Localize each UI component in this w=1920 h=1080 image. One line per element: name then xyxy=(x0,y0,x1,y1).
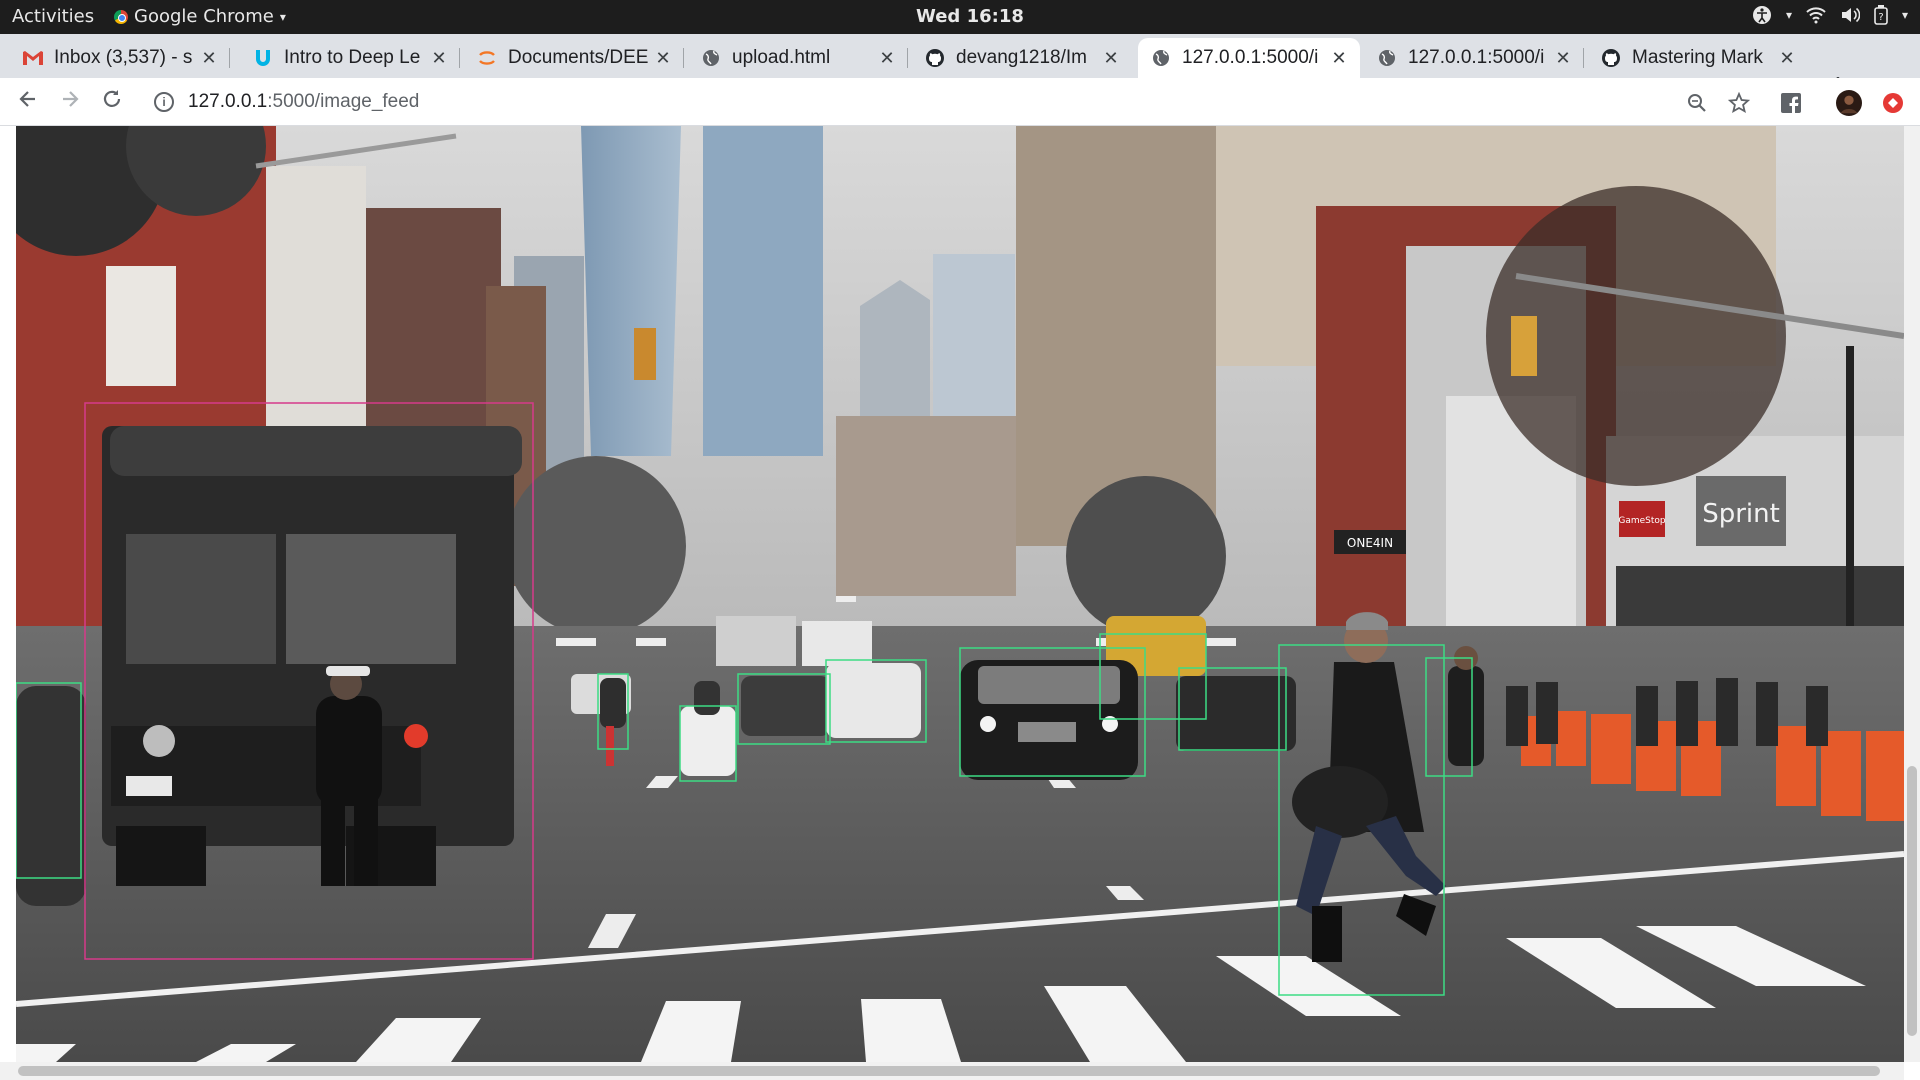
street-sign: ONE4IN xyxy=(1347,536,1393,550)
tab-separator xyxy=(1583,48,1584,68)
tab-title: 127.0.0.1:5000/i xyxy=(1408,47,1545,68)
chevron-down-icon: ▾ xyxy=(1785,8,1792,22)
sprint-sign: Sprint xyxy=(1702,499,1780,529)
forward-button[interactable] xyxy=(56,88,84,116)
chevron-down-icon: ▾ xyxy=(279,9,286,24)
chrome-icon xyxy=(114,9,128,24)
github-icon xyxy=(1600,47,1622,69)
svg-text:?: ? xyxy=(1878,12,1883,23)
udacity-icon xyxy=(252,47,274,69)
url-path: :5000/image_feed xyxy=(267,91,420,112)
image-feed: Sprint GameStop ONE4IN xyxy=(16,126,1904,1062)
back-button[interactable] xyxy=(14,88,42,116)
reload-button[interactable] xyxy=(98,88,126,116)
globe-icon xyxy=(700,47,722,69)
horizontal-scrollbar[interactable] xyxy=(0,1062,1904,1080)
system-top-bar: Activities Google Chrome ▾ Wed 16:18 ▾ ?… xyxy=(0,0,1920,34)
tab-title: 127.0.0.1:5000/i xyxy=(1182,47,1319,68)
close-icon[interactable]: ✕ xyxy=(430,48,448,69)
tab-github-devang[interactable]: devang1218/Im ✕ xyxy=(912,38,1132,78)
tab-separator xyxy=(229,48,230,68)
tab-separator xyxy=(907,48,908,68)
vertical-scrollbar[interactable] xyxy=(1904,126,1920,1062)
chevron-down-icon: ▾ xyxy=(1901,8,1908,22)
extension-red-icon[interactable] xyxy=(1880,90,1906,116)
globe-icon xyxy=(1150,47,1172,69)
close-icon[interactable]: ✕ xyxy=(1102,48,1120,69)
close-icon[interactable]: ✕ xyxy=(1554,48,1572,69)
gamestop-sign: GameStop xyxy=(1618,516,1666,526)
zoom-icon[interactable] xyxy=(1684,90,1710,116)
browser-toolbar: i 127.0.0.1:5000/image_feed xyxy=(0,78,1920,126)
url-host: 127.0.0.1 xyxy=(188,91,268,112)
arrow-left-icon xyxy=(19,91,35,107)
volume-icon xyxy=(1841,7,1860,23)
tab-title: devang1218/Im xyxy=(956,47,1087,68)
avatar[interactable] xyxy=(1836,90,1862,116)
close-icon[interactable]: ✕ xyxy=(654,48,672,69)
activities-button[interactable]: Activities xyxy=(12,6,94,27)
tab-title: Mastering Mark xyxy=(1632,47,1763,68)
close-icon[interactable]: ✕ xyxy=(200,48,218,69)
tab-image-feed-active[interactable]: 127.0.0.1:5000/i ✕ xyxy=(1138,38,1360,78)
tab-separator xyxy=(683,48,684,68)
accessibility-icon[interactable] xyxy=(1752,5,1772,25)
jupyter-icon xyxy=(476,47,498,69)
tab-separator xyxy=(459,48,460,68)
page-content: Sprint GameStop ONE4IN xyxy=(0,126,1920,1080)
github-icon xyxy=(924,47,946,69)
app-name: Google Chrome xyxy=(134,6,274,27)
tab-title: Inbox (3,537) - s xyxy=(54,47,193,68)
gmail-icon xyxy=(22,47,44,69)
tab-title: upload.html xyxy=(732,47,831,68)
tab-mastering-markdown[interactable]: Mastering Mark ✕ xyxy=(1588,38,1808,78)
tab-upload[interactable]: upload.html ✕ xyxy=(688,38,908,78)
tab-jupyter[interactable]: Documents/DEE ✕ xyxy=(464,38,684,78)
close-icon[interactable]: ✕ xyxy=(1330,48,1348,69)
tab-strip: Inbox (3,537) - s ✕ Intro to Deep Le ✕ D… xyxy=(0,34,1920,102)
tab-title: Documents/DEE xyxy=(508,47,649,68)
scrollbar-thumb[interactable] xyxy=(18,1066,1880,1076)
bookmark-star-icon[interactable] xyxy=(1726,90,1752,116)
clock[interactable]: Wed 16:18 xyxy=(916,6,1024,27)
tab-image-feed-2[interactable]: 127.0.0.1:5000/i ✕ xyxy=(1364,38,1584,78)
reload-icon xyxy=(103,90,121,107)
app-menu[interactable]: Google Chrome ▾ xyxy=(114,6,286,27)
site-info-icon[interactable]: i xyxy=(154,92,174,112)
address-bar[interactable]: i 127.0.0.1:5000/image_feed xyxy=(142,84,1712,120)
arrow-right-icon xyxy=(63,91,79,107)
tab-title: Intro to Deep Le xyxy=(284,47,421,68)
tab-udacity[interactable]: Intro to Deep Le ✕ xyxy=(240,38,460,78)
facebook-extension-icon[interactable] xyxy=(1778,90,1804,116)
close-icon[interactable]: ✕ xyxy=(878,48,896,69)
wifi-icon xyxy=(1806,7,1826,24)
street-scene-image: Sprint GameStop ONE4IN xyxy=(16,126,1904,1062)
globe-icon xyxy=(1376,47,1398,69)
close-icon[interactable]: ✕ xyxy=(1778,48,1796,69)
battery-question-icon: ? xyxy=(1874,5,1888,25)
scrollbar-thumb[interactable] xyxy=(1907,766,1917,1036)
system-tray[interactable]: ▾ ? ▾ xyxy=(1752,5,1908,25)
tab-gmail[interactable]: Inbox (3,537) - s ✕ xyxy=(10,38,230,78)
